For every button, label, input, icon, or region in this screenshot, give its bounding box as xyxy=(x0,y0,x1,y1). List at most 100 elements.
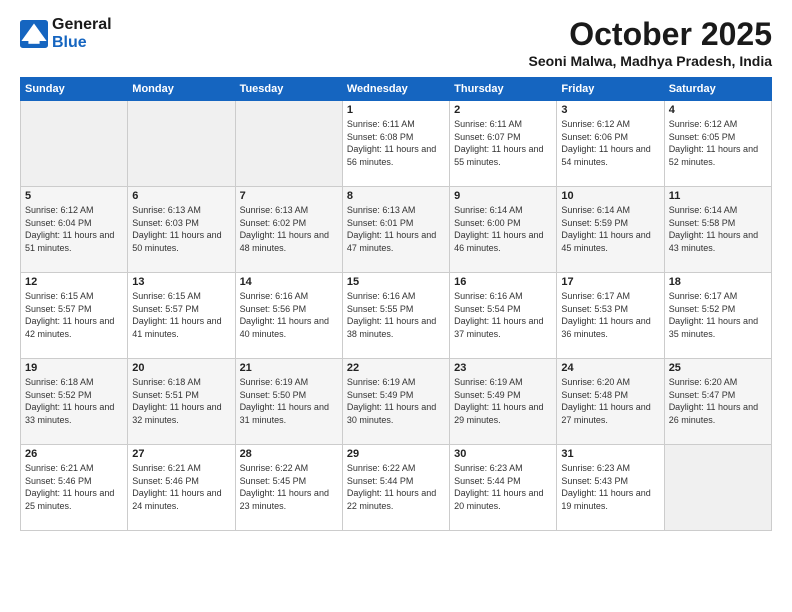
calendar-cell: 8Sunrise: 6:13 AM Sunset: 6:01 PM Daylig… xyxy=(342,187,449,273)
day-number: 25 xyxy=(669,362,767,374)
day-number: 5 xyxy=(25,190,123,202)
calendar-cell: 20 Sunrise: 6:18 AM Sunset: 5:51 PM Dayli… xyxy=(128,359,235,445)
cell-content: Sunrise: 6:13 AM Sunset: 6:03 PM Dayligh… xyxy=(132,204,230,254)
cell-content: Sunrise: 6:11 AM Sunset: 6:07 PM Dayligh… xyxy=(454,118,552,168)
day-number: 30 xyxy=(454,448,552,460)
cell-content: Sunrise: 6:23 AM Sunset: 5:44 PM Dayligh… xyxy=(454,462,552,512)
day-number: 4 xyxy=(669,104,767,116)
calendar-cell: 29 Sunrise: 6:22 AM Sunset: 5:44 PM Dayli… xyxy=(342,445,449,531)
day-number: 3 xyxy=(561,104,659,116)
day-number: 28 xyxy=(240,448,338,460)
cell-content: Sunrise: 6:22 AM Sunset: 5:44 PM Dayligh… xyxy=(347,462,445,512)
calendar-cell: 2 Sunrise: 6:11 AM Sunset: 6:07 PM Daylig… xyxy=(450,101,557,187)
day-number: 29 xyxy=(347,448,445,460)
cell-content: Sunrise: 6:16 AM Sunset: 5:56 PM Dayligh… xyxy=(240,290,338,340)
cell-content: Sunrise: 6:18 AM Sunset: 5:52 PM Dayligh… xyxy=(25,376,123,426)
day-number: 7 xyxy=(240,190,338,202)
calendar-cell: 9 Sunrise: 6:14 AM Sunset: 6:00 PM Daylig… xyxy=(450,187,557,273)
cell-content: Sunrise: 6:12 AM Sunset: 6:04 PM Dayligh… xyxy=(25,204,123,254)
cell-content: Sunrise: 6:20 AM Sunset: 5:47 PM Dayligh… xyxy=(669,376,767,426)
calendar-cell: 31 Sunrise: 6:23 AM Sunset: 5:43 PM Dayli… xyxy=(557,445,664,531)
month-title: October 2025 xyxy=(528,16,772,53)
cell-content: Sunrise: 6:19 AM Sunset: 5:49 PM Dayligh… xyxy=(347,376,445,426)
calendar-cell: 6 Sunrise: 6:13 AM Sunset: 6:03 PM Daylig… xyxy=(128,187,235,273)
cell-content: Sunrise: 6:17 AM Sunset: 5:52 PM Dayligh… xyxy=(669,290,767,340)
cell-content: Sunrise: 6:22 AM Sunset: 5:45 PM Dayligh… xyxy=(240,462,338,512)
day-number: 21 xyxy=(240,362,338,374)
calendar-cell: 30 Sunrise: 6:23 AM Sunset: 5:44 PM Dayli… xyxy=(450,445,557,531)
cell-content: Sunrise: 6:23 AM Sunset: 5:43 PM Dayligh… xyxy=(561,462,659,512)
week-row-5: 26Sunrise: 6:21 AM Sunset: 5:46 PM Dayli… xyxy=(21,445,772,531)
calendar-cell: 23 Sunrise: 6:19 AM Sunset: 5:49 PM Dayli… xyxy=(450,359,557,445)
day-number: 8 xyxy=(347,190,445,202)
calendar-cell: 22Sunrise: 6:19 AM Sunset: 5:49 PM Dayli… xyxy=(342,359,449,445)
calendar-cell: 24 Sunrise: 6:20 AM Sunset: 5:48 PM Dayli… xyxy=(557,359,664,445)
cell-content: Sunrise: 6:20 AM Sunset: 5:48 PM Dayligh… xyxy=(561,376,659,426)
calendar-cell: 5 Sunrise: 6:12 AM Sunset: 6:04 PM Daylig… xyxy=(21,187,128,273)
day-number: 10 xyxy=(561,190,659,202)
day-number: 9 xyxy=(454,190,552,202)
day-number: 31 xyxy=(561,448,659,460)
cell-content: Sunrise: 6:13 AM Sunset: 6:02 PM Dayligh… xyxy=(240,204,338,254)
cell-content: Sunrise: 6:14 AM Sunset: 6:00 PM Dayligh… xyxy=(454,204,552,254)
day-number: 24 xyxy=(561,362,659,374)
day-number: 12 xyxy=(25,276,123,288)
calendar-cell: 13Sunrise: 6:15 AM Sunset: 5:57 PM Dayli… xyxy=(128,273,235,359)
calendar-cell: 4Sunrise: 6:12 AM Sunset: 6:05 PM Daylig… xyxy=(664,101,771,187)
col-thursday: Thursday xyxy=(450,78,557,101)
header: General Blue October 2025 Seoni Malwa, M… xyxy=(20,16,772,69)
week-row-2: 5 Sunrise: 6:12 AM Sunset: 6:04 PM Daylig… xyxy=(21,187,772,273)
cell-content: Sunrise: 6:21 AM Sunset: 5:46 PM Dayligh… xyxy=(132,462,230,512)
cell-content: Sunrise: 6:11 AM Sunset: 6:08 PM Dayligh… xyxy=(347,118,445,168)
calendar-cell: 10Sunrise: 6:14 AM Sunset: 5:59 PM Dayli… xyxy=(557,187,664,273)
calendar-cell: 27 Sunrise: 6:21 AM Sunset: 5:46 PM Dayli… xyxy=(128,445,235,531)
calendar-cell: 18Sunrise: 6:17 AM Sunset: 5:52 PM Dayli… xyxy=(664,273,771,359)
day-number: 23 xyxy=(454,362,552,374)
calendar-cell: 15 Sunrise: 6:16 AM Sunset: 5:55 PM Dayli… xyxy=(342,273,449,359)
week-row-3: 12 Sunrise: 6:15 AM Sunset: 5:57 PM Dayli… xyxy=(21,273,772,359)
day-number: 14 xyxy=(240,276,338,288)
calendar-cell: 25 Sunrise: 6:20 AM Sunset: 5:47 PM Dayli… xyxy=(664,359,771,445)
day-number: 17 xyxy=(561,276,659,288)
calendar-cell xyxy=(235,101,342,187)
calendar-cell xyxy=(128,101,235,187)
day-number: 2 xyxy=(454,104,552,116)
cell-content: Sunrise: 6:19 AM Sunset: 5:50 PM Dayligh… xyxy=(240,376,338,426)
week-row-1: 1Sunrise: 6:11 AM Sunset: 6:08 PM Daylig… xyxy=(21,101,772,187)
location: Seoni Malwa, Madhya Pradesh, India xyxy=(528,53,772,69)
day-number: 20 xyxy=(132,362,230,374)
col-monday: Monday xyxy=(128,78,235,101)
col-friday: Friday xyxy=(557,78,664,101)
calendar-cell: 11 Sunrise: 6:14 AM Sunset: 5:58 PM Dayli… xyxy=(664,187,771,273)
cell-content: Sunrise: 6:16 AM Sunset: 5:55 PM Dayligh… xyxy=(347,290,445,340)
cell-content: Sunrise: 6:15 AM Sunset: 5:57 PM Dayligh… xyxy=(25,290,123,340)
calendar-cell: 7 Sunrise: 6:13 AM Sunset: 6:02 PM Daylig… xyxy=(235,187,342,273)
day-number: 15 xyxy=(347,276,445,288)
col-wednesday: Wednesday xyxy=(342,78,449,101)
cell-content: Sunrise: 6:18 AM Sunset: 5:51 PM Dayligh… xyxy=(132,376,230,426)
day-number: 6 xyxy=(132,190,230,202)
calendar-cell: 14 Sunrise: 6:16 AM Sunset: 5:56 PM Dayli… xyxy=(235,273,342,359)
cell-content: Sunrise: 6:16 AM Sunset: 5:54 PM Dayligh… xyxy=(454,290,552,340)
calendar-cell: 26Sunrise: 6:21 AM Sunset: 5:46 PM Dayli… xyxy=(21,445,128,531)
day-number: 13 xyxy=(132,276,230,288)
calendar-cell: 12 Sunrise: 6:15 AM Sunset: 5:57 PM Dayli… xyxy=(21,273,128,359)
col-sunday: Sunday xyxy=(21,78,128,101)
calendar-cell: 28 Sunrise: 6:22 AM Sunset: 5:45 PM Dayli… xyxy=(235,445,342,531)
day-number: 11 xyxy=(669,190,767,202)
calendar-cell: 3Sunrise: 6:12 AM Sunset: 6:06 PM Daylig… xyxy=(557,101,664,187)
calendar-cell: 16 Sunrise: 6:16 AM Sunset: 5:54 PM Dayli… xyxy=(450,273,557,359)
col-tuesday: Tuesday xyxy=(235,78,342,101)
cell-content: Sunrise: 6:14 AM Sunset: 5:58 PM Dayligh… xyxy=(669,204,767,254)
title-section: October 2025 Seoni Malwa, Madhya Pradesh… xyxy=(528,16,772,69)
day-number: 27 xyxy=(132,448,230,460)
logo-text: General Blue xyxy=(52,16,112,52)
day-number: 16 xyxy=(454,276,552,288)
day-number: 19 xyxy=(25,362,123,374)
logo: General Blue xyxy=(20,16,112,52)
cell-content: Sunrise: 6:19 AM Sunset: 5:49 PM Dayligh… xyxy=(454,376,552,426)
week-row-4: 19 Sunrise: 6:18 AM Sunset: 5:52 PM Dayli… xyxy=(21,359,772,445)
calendar-cell: 17 Sunrise: 6:17 AM Sunset: 5:53 PM Dayli… xyxy=(557,273,664,359)
cell-content: Sunrise: 6:17 AM Sunset: 5:53 PM Dayligh… xyxy=(561,290,659,340)
calendar-cell xyxy=(664,445,771,531)
